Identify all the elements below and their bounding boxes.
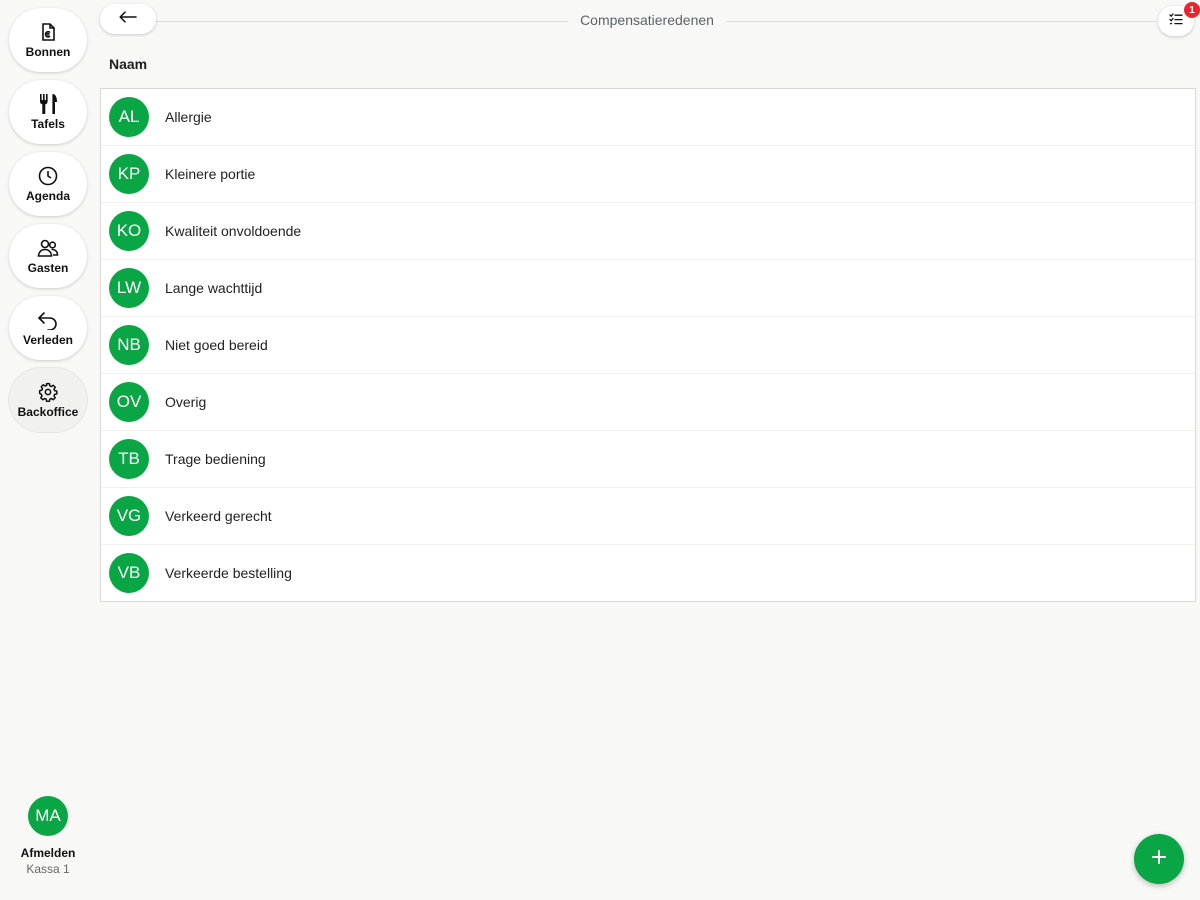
clock-icon [37,165,59,187]
page-title: Compensatieredenen [568,12,726,28]
item-name: Trage bediening [165,451,266,467]
list-item[interactable]: OV Overig [101,373,1195,430]
item-avatar: TB [109,439,149,479]
notification-badge: 1 [1184,2,1200,18]
item-avatar: OV [109,382,149,422]
item-avatar: NB [109,325,149,365]
compensation-reasons-list: AL Allergie KP Kleinere portie KO Kwalit… [100,88,1196,602]
item-name: Kwaliteit onvoldoende [165,223,302,239]
item-name: Niet goed bereid [165,337,268,353]
add-button[interactable] [1134,834,1184,884]
back-button[interactable] [100,4,156,34]
nav-verleden-button[interactable]: Verleden [9,296,87,360]
sidebar: Bonnen Tafels Agenda Gasten Verleden Bac… [0,0,96,900]
list-item[interactable]: NB Niet goed bereid [101,316,1195,373]
gear-icon [37,381,59,403]
column-header-naam[interactable]: Naam [109,56,147,72]
logout-label[interactable]: Afmelden [0,846,96,860]
arrow-left-icon [119,10,137,28]
nav-tafels-label: Tafels [31,117,65,131]
list-item[interactable]: VG Verkeerd gerecht [101,487,1195,544]
tasks-button[interactable]: 1 [1158,2,1200,36]
item-name: Kleinere portie [165,166,256,182]
item-avatar: VB [109,553,149,593]
list-item[interactable]: LW Lange wachttijd [101,259,1195,316]
nav-gasten-label: Gasten [27,261,69,275]
nav-verleden-label: Verleden [22,333,74,347]
nav-backoffice-label: Backoffice [17,405,79,419]
item-avatar: KO [109,211,149,251]
cutlery-icon [37,93,59,115]
nav-backoffice-button[interactable]: Backoffice [9,368,87,432]
item-name: Allergie [165,109,212,125]
nav-gasten-button[interactable]: Gasten [9,224,87,288]
item-avatar: LW [109,268,149,308]
list-item[interactable]: KP Kleinere portie [101,145,1195,202]
nav-agenda-button[interactable]: Agenda [9,152,87,216]
list-item[interactable]: VB Verkeerde bestelling [101,544,1195,601]
item-name: Overig [165,394,207,410]
receipt-euro-icon [37,21,59,43]
nav-agenda-label: Agenda [25,189,70,203]
item-avatar: AL [109,97,149,137]
users-icon [37,237,59,259]
station-label: Kassa 1 [26,862,70,876]
nav-bonnen-button[interactable]: Bonnen [9,8,87,72]
item-avatar: VG [109,496,149,536]
user-block[interactable]: MA Afmelden Kassa 1 [0,796,96,876]
item-name: Verkeerde bestelling [165,565,292,581]
nav-tafels-button[interactable]: Tafels [9,80,87,144]
item-name: Verkeerd gerecht [165,508,272,524]
list-item[interactable]: TB Trage bediening [101,430,1195,487]
item-name: Lange wachttijd [165,280,263,296]
user-avatar[interactable]: MA [28,796,68,836]
list-item[interactable]: KO Kwaliteit onvoldoende [101,202,1195,259]
item-avatar: KP [109,154,149,194]
plus-icon [1151,849,1167,870]
undo-arrow-icon [37,309,59,331]
checklist-icon [1169,12,1183,30]
list-item[interactable]: AL Allergie [101,89,1195,145]
nav-bonnen-label: Bonnen [25,45,71,59]
header: Compensatieredenen 1 [100,2,1200,36]
